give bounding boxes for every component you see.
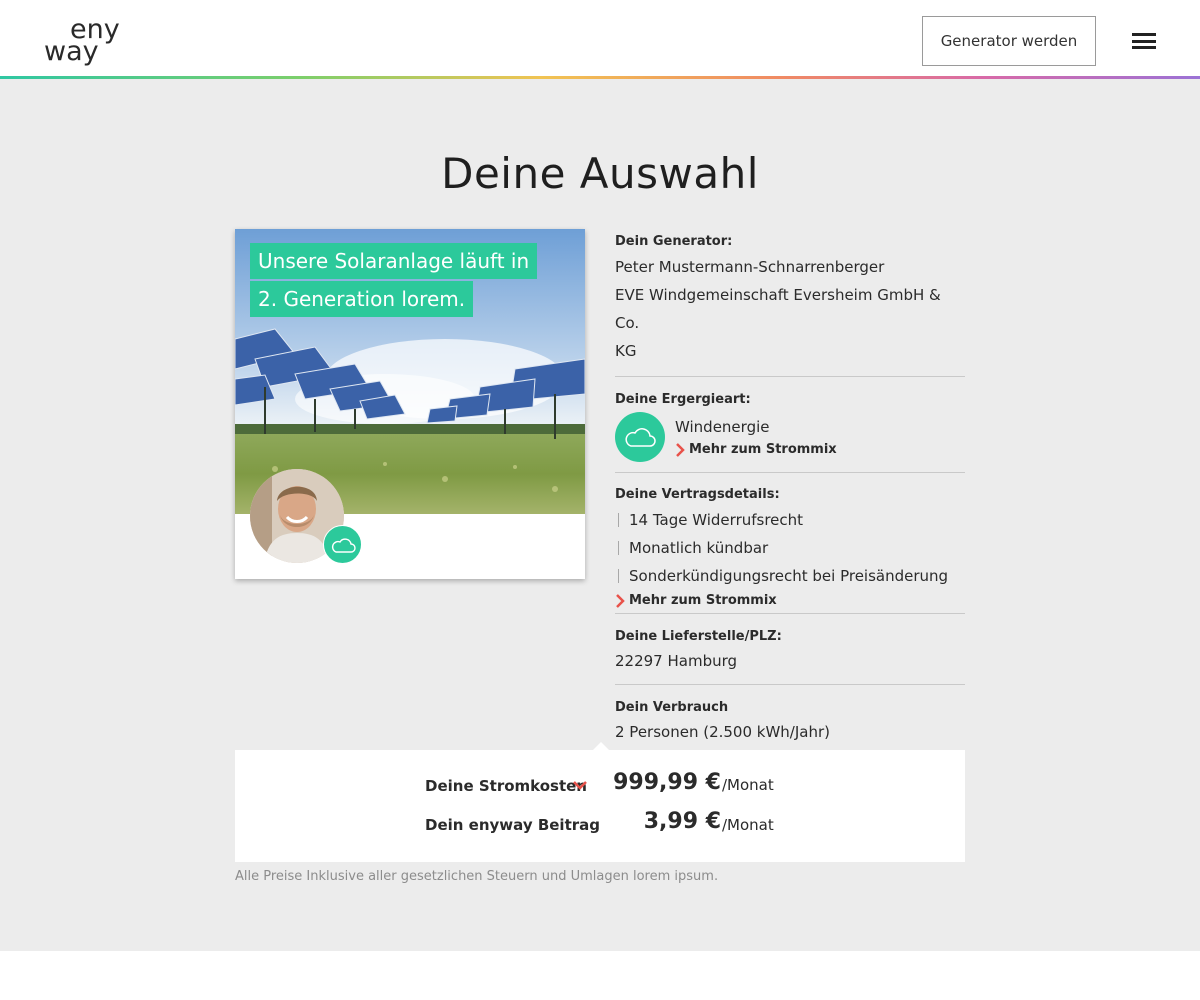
- contract-item: Monatlich kündbar: [615, 534, 965, 562]
- generator-card[interactable]: Unsere Solaranlage läuft in 2. Generatio…: [235, 229, 585, 579]
- logo-text-bottom: way: [44, 36, 99, 67]
- usage-section: Dein Verbrauch 2 Personen (2.500 kWh/Jah…: [615, 685, 965, 746]
- generator-company-line-1: EVE Windgemeinschaft Eversheim GmbH & Co…: [615, 286, 941, 332]
- cloud-icon: [323, 525, 362, 564]
- beitrag-unit: /Monat: [722, 816, 774, 834]
- mehr-zum-strommix-text: Mehr zum Strommix: [629, 593, 777, 608]
- energy-type: Windenergie: [675, 418, 770, 436]
- delivery-label: Deine Lieferstelle/PLZ:: [615, 629, 782, 644]
- usage-label: Dein Verbrauch: [615, 700, 729, 715]
- delivery-value: 22297 Hamburg: [615, 652, 738, 670]
- enyway-logo[interactable]: eny way: [44, 14, 124, 68]
- generator-label: Dein Generator:: [615, 234, 733, 249]
- page-title: Deine Auswahl: [441, 149, 759, 198]
- generator-company-line-2: KG: [615, 342, 637, 360]
- stromkosten-unit: /Monat: [722, 776, 774, 794]
- generator-section: Dein Generator: Peter Mustermann-Schnarr…: [615, 229, 965, 377]
- usage-value: 2 Personen (2.500 kWh/Jahr): [615, 723, 831, 741]
- beitrag-amount: 3,99 €: [643, 809, 721, 834]
- price-footnote: Alle Preise Inklusive aller gesetzlichen…: [235, 869, 719, 884]
- site-header: eny way Generator werden: [0, 0, 1200, 76]
- mehr-zum-strommix-link[interactable]: Mehr zum Strommix: [675, 441, 837, 459]
- contract-label: Deine Vertragsdetails:: [615, 487, 780, 502]
- mehr-zum-strommix-link[interactable]: Mehr zum Strommix: [615, 592, 965, 610]
- selection-details: Dein Generator: Peter Mustermann-Schnarr…: [615, 229, 965, 746]
- generator-name: Peter Mustermann-Schnarrenberger: [615, 258, 885, 276]
- stromkosten-amount: 999,99 €: [613, 770, 721, 795]
- energy-section: Deine Ergergieart: Windenergie Mehr zum …: [615, 377, 965, 473]
- energy-label: Deine Ergergieart:: [615, 392, 751, 407]
- delivery-section: Deine Lieferstelle/PLZ: 22297 Hamburg: [615, 614, 965, 685]
- price-box-notch: [593, 742, 609, 750]
- cloud-icon: [615, 412, 665, 462]
- mehr-zum-strommix-text: Mehr zum Strommix: [689, 442, 837, 457]
- card-banner-line-1: Unsere Solaranlage läuft in: [250, 243, 538, 279]
- main-content: Deine Auswahl Unsere Solaranlage läuft i…: [0, 79, 1200, 951]
- generator-werden-button[interactable]: Generator werden: [922, 16, 1096, 66]
- chevron-right-icon: [676, 443, 685, 457]
- card-banner-line-2: 2. Generation lorem.: [250, 281, 474, 317]
- price-summary: Deine Stromkosten 999,99 € /Monat Dein e…: [235, 750, 965, 862]
- hamburger-menu-icon[interactable]: [1132, 33, 1156, 49]
- contract-item: Sonderkündigungsrecht bei Preisänderung: [615, 562, 965, 590]
- chevron-right-icon: [616, 594, 625, 608]
- contract-section: Deine Vertragsdetails: 14 Tage Widerrufs…: [615, 473, 965, 614]
- contract-item: 14 Tage Widerrufsrecht: [615, 506, 965, 534]
